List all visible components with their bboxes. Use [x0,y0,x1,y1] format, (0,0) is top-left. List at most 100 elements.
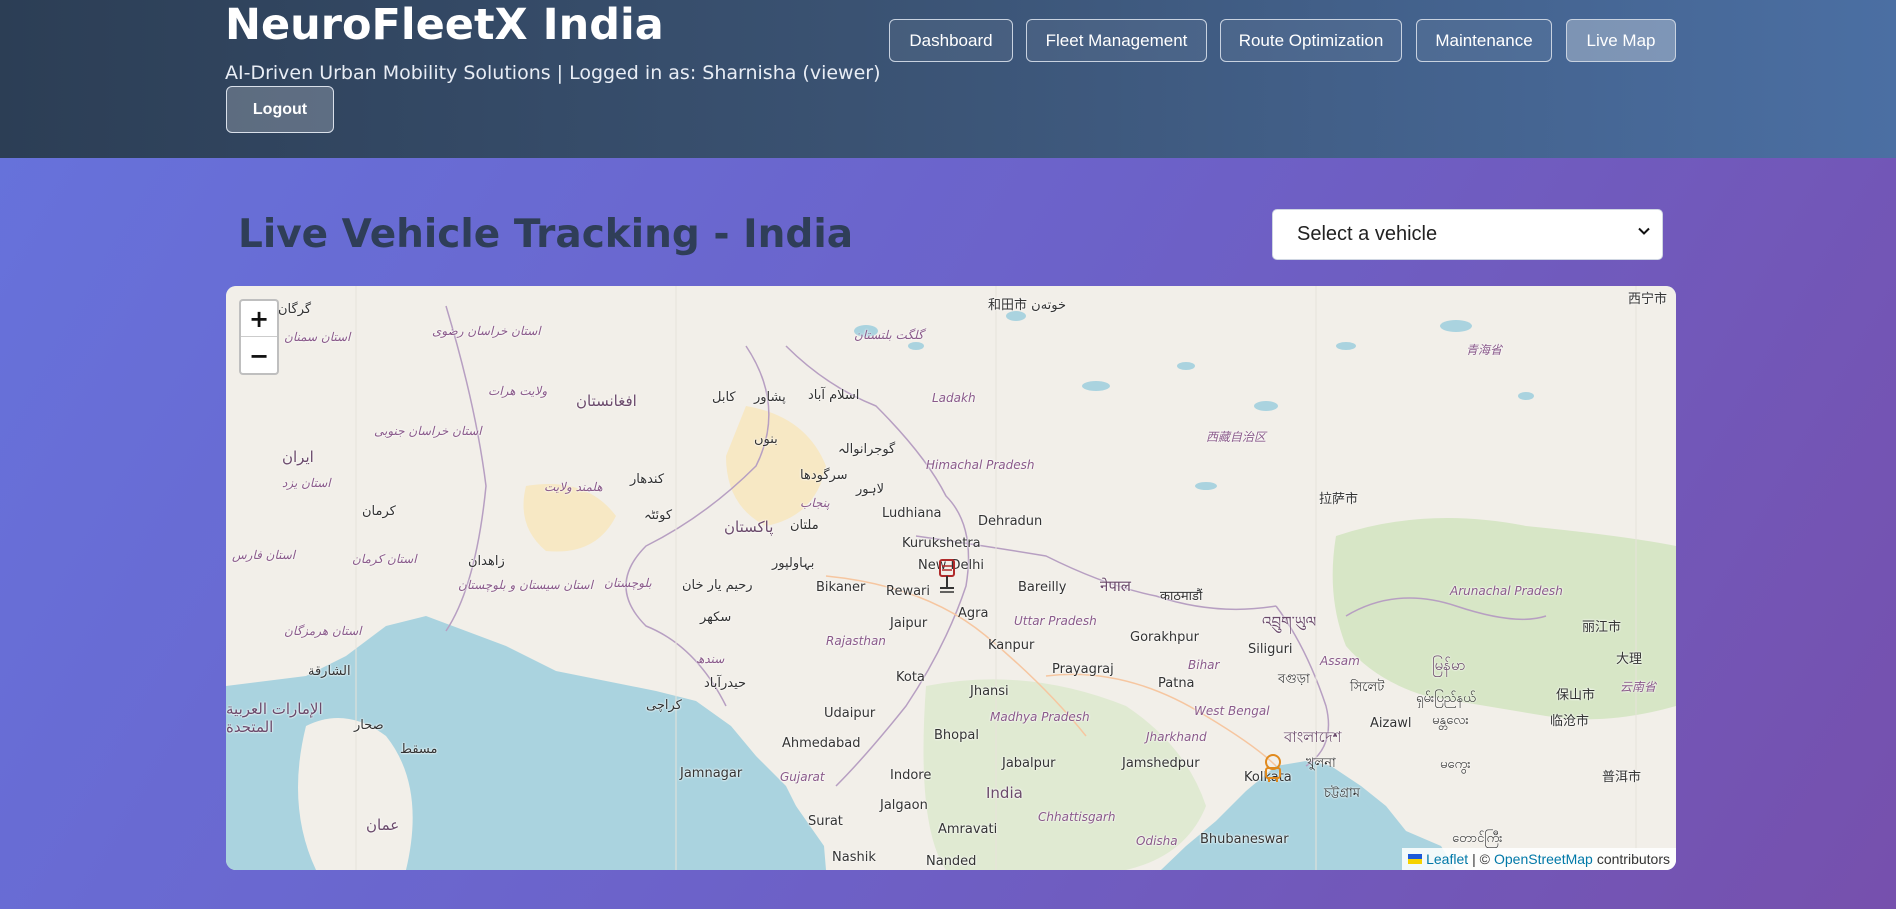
map-label: 大理 [1616,652,1643,667]
app-header: NeuroFleetX India AI-Driven Urban Mobili… [0,0,1896,158]
map-label: Aizawl [1370,716,1412,731]
vehicle-marker-icon[interactable] [932,556,962,596]
map-label: الإمارات العربية المتحدة [226,700,323,736]
nav-route-optimization[interactable]: Route Optimization [1220,19,1402,62]
map-label: 临沧市 [1550,714,1590,729]
map-label: اسلام آباد [808,388,860,403]
map-label: کوئٹہ [644,508,673,523]
map-label: တောင်ကြီး [1452,831,1503,846]
map-label: 拉萨市 [1319,492,1359,507]
map-label: Patna [1158,676,1195,691]
attribution-separator: | © [1472,851,1490,867]
map-label: Uttar Pradesh [1014,614,1097,628]
map-label: استان خراسان جنوبی [374,424,482,438]
map-label: Surat [808,814,843,829]
map-label: Bareilly [1018,580,1067,595]
map-label: کراچی [646,698,682,713]
zoom-in-button[interactable]: + [241,301,277,337]
map-label: افغانستان [576,392,637,410]
map-label: Bihar [1188,658,1220,672]
map-label: Jamshedpur [1122,756,1200,771]
vehicle-select[interactable]: Select a vehicle [1272,209,1663,260]
map-label: استان خراسان رضوی [432,324,541,338]
map-label: استان یزد [282,476,331,490]
map-label: Gujarat [780,770,825,784]
map-label: پنجاب [800,496,830,510]
map-label: گوجرانوالہ [838,442,896,457]
map-attribution: Leaflet | © OpenStreetMap contributors [1402,848,1676,870]
lake [1336,342,1356,350]
map-label: Rewari [886,584,931,599]
map-label: Nashik [832,850,876,865]
nav-live-map[interactable]: Live Map [1566,19,1676,62]
map-label: کندهار [630,472,665,487]
map-label: الشارقة [308,664,351,679]
nav-maintenance[interactable]: Maintenance [1416,19,1552,62]
logout-button[interactable]: Logout [226,86,334,133]
map-label: سندھ [696,652,725,666]
map-label: 西宁市 [1628,292,1668,307]
map-label: کرمان [362,504,396,519]
map-label: Prayagraj [1052,662,1114,677]
map-label: صحار [354,718,384,733]
lake [1195,482,1217,490]
map-label: پاکستان [724,518,774,536]
lake [1082,381,1110,391]
map-label: عمان [366,816,400,834]
osm-link[interactable]: OpenStreetMap [1494,851,1593,867]
map-label: Jamnagar [680,766,743,781]
map-label: काठमाडौं [1160,589,1203,604]
map-label: West Bengal [1194,704,1270,718]
map-label: Ahmedabad [782,736,861,751]
vehicle-marker-icon[interactable] [1260,752,1286,784]
map-label: 青海省 [1466,343,1503,357]
map-label: খুলনা [1306,756,1336,771]
map-label: بہاولپور [772,556,815,571]
map-label: Dehradun [978,514,1043,529]
zoom-control: + − [239,299,279,375]
map-label: Amravati [938,822,998,837]
lake [1177,362,1195,370]
map-label: گرگان [278,302,312,317]
map-label: Arunachal Pradesh [1450,584,1563,598]
map-label: استان سمنان [284,330,351,344]
vehicle-select-value: Select a vehicle [1297,223,1438,245]
map-label: বাংলাদেশ [1284,728,1342,746]
nav-fleet-management[interactable]: Fleet Management [1026,19,1207,62]
lake [1440,320,1472,332]
map-label: بنوں [754,432,778,447]
map-label: Rajasthan [826,634,886,648]
map-label: ولایت هرات [488,384,548,398]
live-map[interactable]: 和田市 خوتەن 西宁市 青海省 گلگت بلتستان Ladakh کا… [226,286,1676,870]
map-label: رحیم یار خان [682,578,753,593]
leaflet-link[interactable]: Leaflet [1426,851,1468,867]
map-label: Chhattisgarh [1038,810,1116,824]
map-label: 和田市 خوتەن [988,298,1067,313]
map-label: India [986,784,1023,802]
map-label: Indore [890,768,932,783]
map-label: Kurukshetra [902,536,981,551]
map-label: সিলেট [1350,680,1385,695]
map-label: ایران [282,448,314,466]
map-label: بلوچستان [604,576,652,590]
map-label: Himachal Pradesh [926,458,1035,472]
ukraine-flag-icon [1408,854,1423,864]
map-label: استان هرمزگان [284,624,362,638]
map-label: Madhya Pradesh [990,710,1090,724]
map-label: Bikaner [816,580,866,595]
lake [1518,392,1534,400]
map-label: 普洱市 [1602,770,1642,785]
map-label: Ladakh [932,391,976,405]
attribution-suffix: contributors [1596,851,1670,867]
zoom-out-button[interactable]: − [241,338,277,374]
map-label: Bhopal [934,728,979,743]
nav-dashboard[interactable]: Dashboard [889,19,1013,62]
map-label: Kanpur [988,638,1035,653]
map-label: Bhubaneswar [1200,832,1289,847]
map-label: မြန်မာ [1432,656,1466,674]
map-label: ملتان [790,518,819,533]
map-label: گلگت بلتستان [854,328,924,342]
map-label: Jabalpur [1002,756,1056,771]
map-label: پشاور [754,390,786,405]
map-label: استان کرمان [352,552,417,566]
